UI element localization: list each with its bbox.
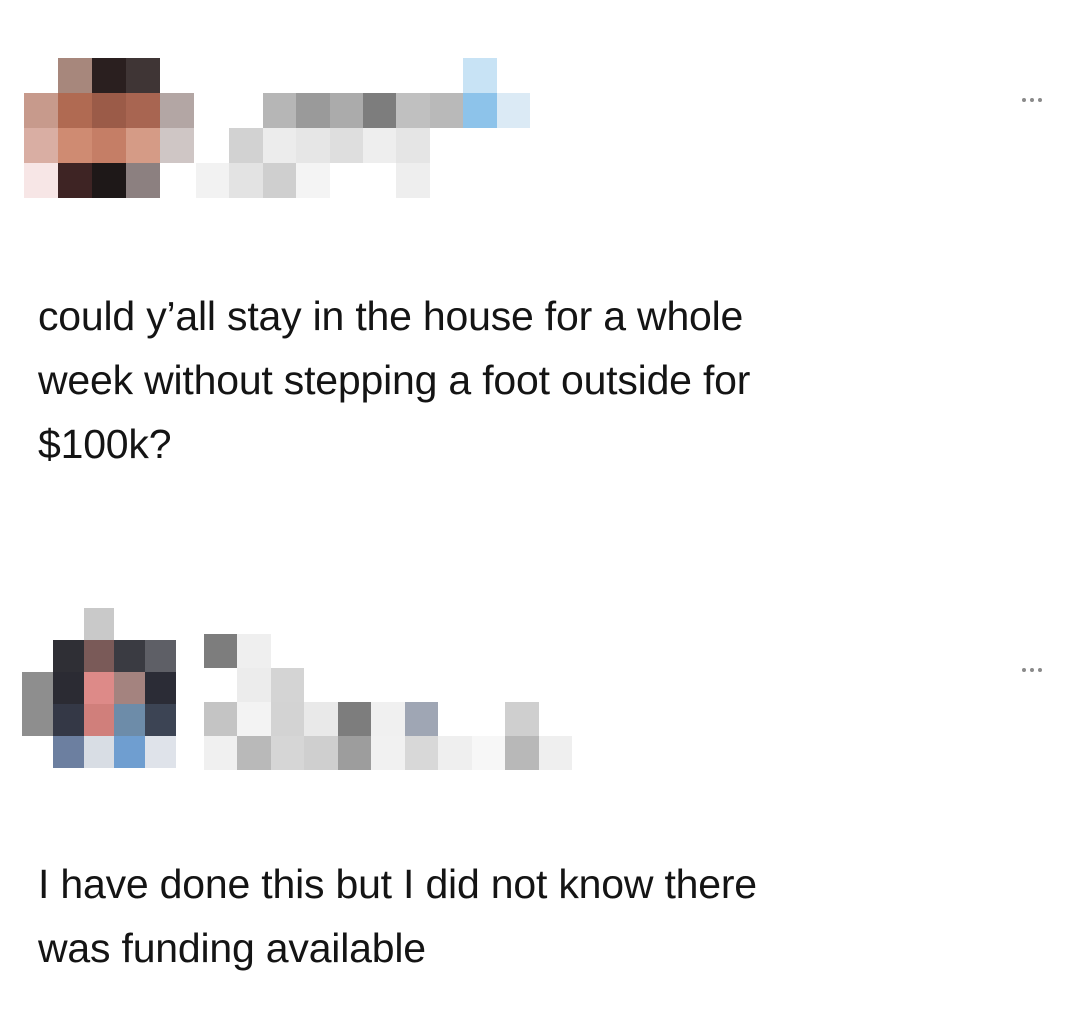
avatar[interactable]: [24, 58, 194, 198]
more-dot: [1038, 98, 1042, 102]
post-text: could y’all stay in the house for a whol…: [38, 293, 751, 467]
more-options-icon[interactable]: [1012, 90, 1052, 110]
reply-post: I have done this but I did not know ther…: [0, 560, 1080, 1029]
more-dot: [1030, 98, 1034, 102]
more-dot: [1030, 668, 1034, 672]
more-options-icon[interactable]: [1012, 660, 1052, 680]
username[interactable]: [196, 58, 530, 198]
post-text: I have done this but I did not know ther…: [38, 861, 757, 971]
more-dot: [1022, 668, 1026, 672]
more-dot: [1022, 98, 1026, 102]
more-dot: [1038, 668, 1042, 672]
username[interactable]: [204, 634, 572, 770]
avatar[interactable]: [22, 608, 176, 768]
original-post: could y’all stay in the house for a whol…: [0, 0, 1080, 560]
